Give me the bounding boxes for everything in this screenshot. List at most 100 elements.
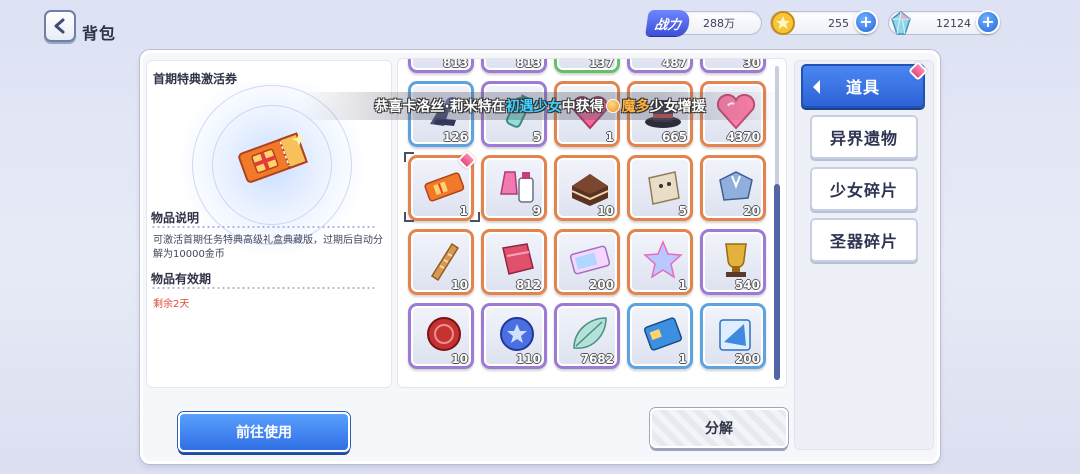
inventory-slot[interactable]: 5: [627, 155, 693, 221]
page-title: 背包: [82, 24, 117, 43]
inventory-slot[interactable]: 487: [627, 58, 693, 73]
item-count: 1: [678, 352, 687, 366]
inventory-slot[interactable]: 813: [408, 58, 474, 73]
inventory-slot[interactable]: 9: [481, 155, 547, 221]
plush-bag-icon: [648, 171, 680, 205]
item-count: 9: [532, 204, 541, 218]
item-count: 200: [588, 278, 614, 292]
item-count: 540: [734, 278, 760, 292]
orb-icon: [605, 99, 620, 113]
inventory-slot[interactable]: 10: [554, 155, 620, 221]
star-crystal-icon: [643, 240, 683, 279]
combat-power-display: 战力 288万: [645, 10, 762, 36]
broadcast-banner: 恭喜卡洛丝·莉米特在 初遇少女 中获得 魔多 少女增援: [300, 92, 780, 120]
item-count: 1: [459, 204, 468, 218]
item-count: 10: [451, 278, 468, 292]
item-count: 813: [442, 58, 468, 70]
item-count: 812: [515, 278, 541, 292]
inventory-slot[interactable]: 200: [700, 303, 766, 369]
tab-girl-fragments[interactable]: 少女碎片: [810, 167, 918, 211]
item-count: 1: [605, 130, 614, 144]
add-gems-button[interactable]: +: [976, 10, 1000, 34]
item-count: 5: [532, 130, 541, 144]
inventory-slot[interactable]: 10: [408, 229, 474, 295]
item-count: 487: [661, 58, 687, 70]
item-count: 20: [743, 204, 760, 218]
item-description: 可激活首期任务特典高级礼盒典藏版，过期后自动分解为10000金币: [153, 235, 383, 260]
inventory-slot[interactable]: 137: [554, 58, 620, 73]
item-count: 110: [515, 352, 541, 366]
uniform-icon: [719, 171, 753, 201]
go-use-button[interactable]: 前往使用: [178, 412, 350, 452]
tab-label: 异界遗物: [829, 129, 898, 148]
trophy-icon: [725, 243, 747, 277]
add-coins-button[interactable]: +: [854, 10, 878, 34]
validity-heading: 物品有效期: [151, 272, 212, 286]
inventory-slot[interactable]: 1: [627, 303, 693, 369]
broadcast-activity: 初遇少女: [505, 99, 562, 115]
item-count: 137: [588, 58, 614, 70]
item-count: 7682: [580, 352, 614, 366]
item-count: 10: [597, 204, 614, 218]
activation-ticket-icon: [424, 172, 465, 202]
broadcast-prefix: 恭喜卡洛丝·莉米特在: [374, 99, 506, 115]
coin-icon: [769, 9, 797, 37]
item-count: 813: [515, 58, 541, 70]
leaf-crystal-icon: [573, 317, 607, 349]
chip-card-icon: [643, 317, 683, 351]
coin-counter: 255 +: [769, 9, 878, 37]
item-count: 30: [743, 58, 760, 70]
chevron-left-icon: [54, 18, 65, 34]
inventory-slot[interactable]: 20: [700, 155, 766, 221]
chocolate-cake-icon: [571, 174, 609, 206]
inventory-slot[interactable]: 110: [481, 303, 547, 369]
decompose-button[interactable]: 分解: [650, 408, 788, 448]
inventory-slot[interactable]: 200: [554, 229, 620, 295]
back-button[interactable]: [44, 10, 76, 42]
inventory-slot[interactable]: 812: [481, 229, 547, 295]
selection-bracket: [404, 212, 414, 222]
item-count: 665: [661, 130, 687, 144]
inventory-slot[interactable]: 813: [481, 58, 547, 73]
tab-relics[interactable]: 异界遗物: [810, 115, 918, 159]
blue-medal-icon: [500, 317, 534, 351]
inventory-slot[interactable]: 30: [700, 58, 766, 73]
item-count: 200: [734, 352, 760, 366]
power-label: 战力: [645, 10, 691, 36]
chevron-left-icon: [813, 80, 820, 94]
description-heading: 物品说明: [151, 211, 200, 225]
tab-label: 道具: [845, 78, 880, 97]
inventory-slot[interactable]: 7682: [554, 303, 620, 369]
inventory-slot[interactable]: 540: [700, 229, 766, 295]
item-name: 首期特典激活券: [153, 72, 238, 86]
broadcast-item-a: 魔多: [621, 99, 650, 115]
selection-bracket: [404, 152, 414, 162]
red-seal-icon: [427, 317, 461, 351]
item-count: 1: [678, 278, 687, 292]
power-value: 288万: [703, 17, 735, 30]
coin-value: 255: [828, 16, 849, 30]
tab-label: 圣器碎片: [829, 232, 898, 251]
item-count: 4370: [726, 130, 760, 144]
glove-bottle-icon: [500, 171, 534, 203]
ticket-icon: [569, 245, 611, 275]
divider: [151, 287, 377, 289]
item-count: 126: [442, 130, 468, 144]
activation-ticket-icon: [238, 132, 308, 183]
tab-artifact-fragments[interactable]: 圣器碎片: [810, 218, 918, 262]
tab-items[interactable]: 道具: [801, 64, 925, 108]
blue-card-icon: [719, 319, 751, 351]
inventory-slot[interactable]: 10: [408, 303, 474, 369]
tab-label: 少女碎片: [829, 181, 898, 200]
divider: [151, 226, 377, 228]
gem-icon: [887, 9, 915, 37]
broadcast-middle: 中获得: [561, 99, 604, 115]
baguette-icon: [430, 242, 460, 282]
gem-counter: 12124 +: [887, 9, 1000, 37]
red-cloth-icon: [502, 243, 534, 275]
validity-value: 剩余2天: [153, 299, 190, 310]
inventory-slot[interactable]: 1: [627, 229, 693, 295]
item-count: 5: [678, 204, 687, 218]
grid-scrollbar-thumb[interactable]: [774, 184, 780, 380]
broadcast-item-b: 少女增援: [649, 99, 706, 115]
